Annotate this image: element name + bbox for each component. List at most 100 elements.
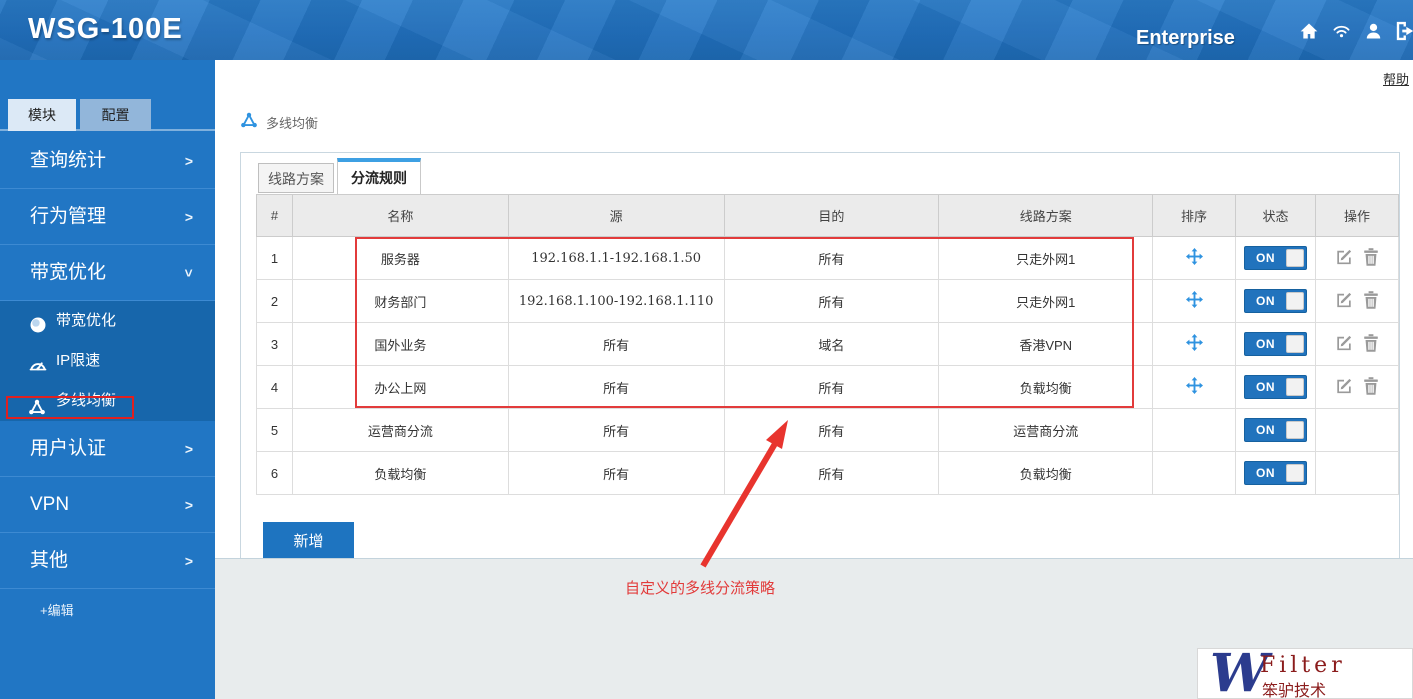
top-header: WSG-100E Enterprise [0, 0, 1413, 60]
edit-icon[interactable] [1335, 334, 1353, 352]
cell-source: 所有 [507, 322, 725, 366]
cell-operations [1314, 279, 1400, 323]
column-header-7: 操作 [1314, 194, 1400, 237]
cell-index: 4 [256, 365, 293, 409]
chevron-right-icon: > [184, 153, 193, 169]
edit-icon[interactable] [1335, 291, 1353, 309]
cell-sort [1152, 236, 1236, 280]
breadcrumb: 多线均衡 [240, 112, 318, 133]
sidebar-item-8[interactable]: 其他 > [0, 533, 215, 589]
page: WSG-100E Enterprise 模块 配置 查询统计 > 行为管理 > 带宽优化… [0, 0, 1413, 699]
move-icon[interactable] [1185, 334, 1203, 351]
cell-line-plan: 只走外网1 [938, 236, 1154, 280]
status-toggle[interactable]: ON [1243, 461, 1307, 485]
tab-line-plan[interactable]: 线路方案 [258, 163, 334, 193]
sidebar-item-label: 行为管理 [30, 206, 107, 227]
sidebar-item-6[interactable]: 用户认证 > [0, 421, 215, 477]
sidebar-subitem-5[interactable]: 多线均衡 [0, 381, 215, 421]
sidebar-subitem-3[interactable]: 带宽优化 [0, 301, 215, 341]
edit-icon[interactable] [1335, 248, 1353, 266]
trash-icon[interactable] [1363, 376, 1379, 395]
chevron-right-icon: > [184, 441, 193, 457]
column-header-6: 状态 [1235, 194, 1316, 237]
cell-line-plan: 负载均衡 [938, 451, 1154, 495]
cell-operations [1314, 365, 1400, 409]
sidebar-item-label: 带宽优化 [30, 262, 107, 283]
user-icon[interactable] [1362, 20, 1384, 42]
sidebar-item-2[interactable]: 带宽优化 > [0, 245, 215, 301]
column-header-3: 目的 [723, 194, 940, 237]
sidebar-tab-config[interactable]: 配置 [80, 99, 151, 131]
app-title: WSG-100E [28, 13, 183, 45]
top-icon-bar [1298, 20, 1413, 42]
toggle-on-label: ON [1255, 466, 1275, 480]
toggle-on-label: ON [1255, 251, 1275, 265]
sidebar-tab-modules[interactable]: 模块 [8, 99, 76, 131]
sidebar: 模块 配置 查询统计 > 行为管理 > 带宽优化 > 带宽优化 IP限速 多线均衡 用户认证 > VP… [0, 60, 215, 699]
cell-destination: 所有 [723, 236, 940, 280]
column-header-0: # [256, 194, 293, 237]
sidebar-menu: 查询统计 > 行为管理 > 带宽优化 > 带宽优化 IP限速多线均衡用户认证 > VPN > 其他 > +… [0, 133, 215, 633]
cell-name: 办公上网 [291, 365, 509, 409]
toggle-on-label: ON [1255, 294, 1275, 308]
cell-index: 5 [256, 408, 293, 452]
chevron-down-icon: > [180, 268, 197, 278]
table-row: 1 服务器 192.168.1.1-192.168.1.50 所有 只走外网1 ON [256, 236, 1400, 280]
chevron-right-icon: > [184, 497, 193, 513]
cell-operations [1314, 322, 1400, 366]
cell-name: 运营商分流 [291, 408, 509, 452]
toggle-knob [1285, 335, 1304, 353]
move-icon[interactable] [1185, 248, 1203, 265]
cell-destination: 所有 [723, 279, 940, 323]
table-row: 6 负载均衡 所有 所有 负载均衡 ON [256, 451, 1400, 495]
sidebar-item-0[interactable]: 查询统计 > [0, 133, 215, 189]
column-header-1: 名称 [291, 194, 509, 237]
trash-icon[interactable] [1363, 247, 1379, 266]
cell-index: 6 [256, 451, 293, 495]
toggle-on-label: ON [1255, 423, 1275, 437]
home-icon[interactable] [1298, 20, 1320, 42]
sidebar-item-1[interactable]: 行为管理 > [0, 189, 215, 245]
sidebar-subitem-label: IP限速 [56, 352, 101, 369]
sidebar-edit-button[interactable]: +编辑 [0, 589, 215, 633]
cell-sort [1152, 279, 1236, 323]
edition-label: Enterprise [1136, 27, 1235, 49]
cell-sort [1152, 451, 1236, 495]
trash-icon[interactable] [1363, 333, 1379, 352]
chevron-right-icon: > [184, 209, 193, 225]
cell-name: 国外业务 [291, 322, 509, 366]
cell-index: 1 [256, 236, 293, 280]
move-icon[interactable] [1185, 377, 1203, 394]
sidebar-subitem-label: 多线均衡 [56, 392, 117, 409]
logout-icon[interactable] [1394, 20, 1413, 42]
sidebar-item-7[interactable]: VPN > [0, 477, 215, 533]
gauge-icon [28, 351, 48, 371]
status-toggle[interactable]: ON [1243, 332, 1307, 356]
rules-table: # 名称源目的 线路方案 排序 状态 操作 1 服务器 192.168.1.1-192.168.… [256, 194, 1400, 495]
toggle-knob [1285, 421, 1304, 439]
cell-name: 服务器 [291, 236, 509, 280]
edit-icon[interactable] [1335, 377, 1353, 395]
status-toggle[interactable]: ON [1243, 246, 1307, 270]
wfilter-logo: W Filter 笨驴技术 [1197, 648, 1413, 699]
move-icon[interactable] [1185, 291, 1203, 308]
toggle-knob [1285, 292, 1304, 310]
status-toggle[interactable]: ON [1243, 418, 1307, 442]
add-button[interactable]: 新增 [263, 522, 354, 558]
cell-source: 所有 [507, 365, 725, 409]
tab-split-rules[interactable]: 分流规则 [337, 158, 421, 194]
status-toggle[interactable]: ON [1243, 375, 1307, 399]
status-toggle[interactable]: ON [1243, 289, 1307, 313]
table-row: 3 国外业务 所有 域名 香港VPN ON [256, 322, 1400, 366]
sidebar-item-label: VPN [30, 494, 70, 515]
sidebar-item-label: 用户认证 [30, 438, 107, 459]
sidebar-subitem-4[interactable]: IP限速 [0, 341, 215, 381]
logo-brand: Filter [1260, 653, 1346, 678]
wifi-icon[interactable] [1330, 20, 1352, 42]
cell-source: 所有 [507, 451, 725, 495]
trash-icon[interactable] [1363, 290, 1379, 309]
cell-operations [1314, 236, 1400, 280]
help-link[interactable]: 帮助 [1383, 69, 1409, 88]
cell-status: ON [1235, 279, 1316, 323]
cell-source: 192.168.1.1-192.168.1.50 [507, 236, 725, 280]
